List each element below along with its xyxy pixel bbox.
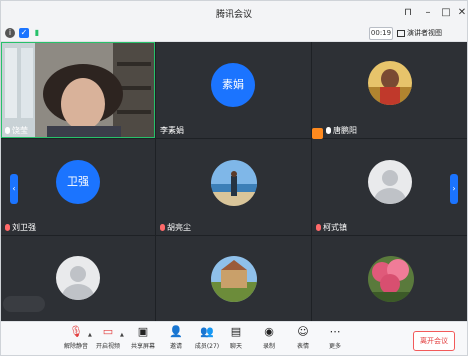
members-button[interactable]: 👥 成员(27) [192, 325, 222, 350]
participant-name: 刘卫强 [5, 222, 36, 233]
share-screen-button[interactable]: ▣ 共享屏幕 [128, 325, 158, 350]
signal-icon[interactable]: ▮ [32, 28, 42, 38]
record-icon: ◉ [264, 325, 274, 338]
microphone-icon [5, 127, 10, 134]
chat-button[interactable]: ▤ 聊天 [221, 325, 251, 350]
unmute-button[interactable]: 🎙 解除静音 [61, 325, 91, 350]
video-tile-5[interactable]: 胡亮尘 [156, 139, 311, 235]
participant-name: 饶莹 [5, 125, 28, 136]
video-tile-2[interactable]: 素娟 李素娟 [156, 42, 311, 138]
previous-page-button[interactable]: ‹ [10, 174, 18, 204]
leave-meeting-button[interactable]: 离开会议 [413, 331, 455, 351]
window-title: 腾讯会议 [215, 10, 252, 20]
minimize-icon[interactable]: – [421, 5, 435, 21]
video-tile-6[interactable]: 柯式镇 [312, 139, 467, 235]
mini-controls[interactable] [3, 296, 45, 312]
start-video-button[interactable]: ▭ 开启视频 [93, 325, 123, 350]
avatar [56, 256, 100, 300]
share-screen-icon: ▣ [137, 325, 149, 338]
video-tile-8[interactable] [156, 236, 311, 321]
microphone-muted-icon [5, 224, 10, 231]
microphone-muted-icon: 🎙 [69, 325, 83, 338]
close-icon[interactable]: ✕ [455, 5, 467, 21]
microphone-muted-icon [316, 224, 321, 231]
smiley-icon: ☺ [297, 325, 309, 338]
avatar [211, 256, 257, 302]
video-tile-1[interactable]: 饶莹 [1, 42, 155, 138]
participant-video [1, 42, 155, 138]
participant-name: 唐鹏阳 [326, 125, 357, 136]
speaker-view-button[interactable]: 演讲者视图 [397, 27, 442, 39]
more-icon: ⋯ [329, 325, 341, 338]
invite-button[interactable]: 👤 邀请 [161, 325, 191, 350]
microphone-icon [326, 127, 331, 134]
avatar [368, 61, 412, 105]
avatar [368, 256, 414, 302]
avatar [211, 160, 257, 206]
meeting-window: 腾讯会议 ⊓ – □ ✕ i ✓ ▮ 00:19 演讲者视图 饶莹 素娟 李素娟… [0, 0, 468, 356]
participant-name: 李素娟 [160, 126, 184, 135]
avatar: 卫强 [56, 160, 100, 204]
record-button[interactable]: ◉ 录制 [254, 325, 284, 350]
microphone-muted-icon [160, 224, 165, 231]
speaker-view-label: 演讲者视图 [407, 29, 442, 37]
avatar [368, 160, 412, 204]
participant-name: 柯式镇 [316, 222, 347, 233]
video-tile-4[interactable]: 卫强 刘卫强 [1, 139, 155, 235]
add-person-icon: 👤 [169, 325, 183, 338]
video-tile-3[interactable]: 唐鹏阳 [312, 42, 467, 138]
meeting-info-bar: i ✓ ▮ 00:19 演讲者视图 [1, 25, 467, 42]
avatar: 素娟 [211, 63, 255, 107]
participant-name: 胡亮尘 [160, 222, 191, 233]
chat-icon: ▤ [230, 325, 242, 338]
maximize-icon[interactable]: □ [439, 5, 453, 21]
shield-icon[interactable]: ✓ [19, 28, 29, 38]
video-grid: 饶莹 素娟 李素娟 唐鹏阳 卫强 刘卫强 胡亮尘 柯式镇 ‹ › [1, 42, 467, 321]
meeting-timer: 00:19 [369, 27, 393, 40]
members-icon: 👥 [200, 325, 214, 338]
video-tile-9[interactable] [312, 236, 467, 321]
pin-icon[interactable]: ⊓ [401, 5, 415, 21]
chevron-up-icon[interactable]: ▲ [88, 332, 92, 338]
title-bar: 腾讯会议 ⊓ – □ ✕ [1, 1, 467, 25]
reactions-button[interactable]: ☺ 表情 [288, 325, 318, 350]
chevron-up-icon[interactable]: ▲ [120, 332, 124, 338]
info-icon[interactable]: i [5, 28, 15, 38]
grid-view-icon [397, 29, 405, 37]
next-page-button[interactable]: › [450, 174, 458, 204]
screen-share-icon [312, 128, 323, 139]
bottom-toolbar: 🎙 解除静音 ▲ ▭ 开启视频 ▲ ▣ 共享屏幕 👤 邀请 👥 成员(27) ▤… [1, 321, 467, 355]
more-button[interactable]: ⋯ 更多 [320, 325, 350, 350]
camera-off-icon: ▭ [102, 325, 114, 338]
